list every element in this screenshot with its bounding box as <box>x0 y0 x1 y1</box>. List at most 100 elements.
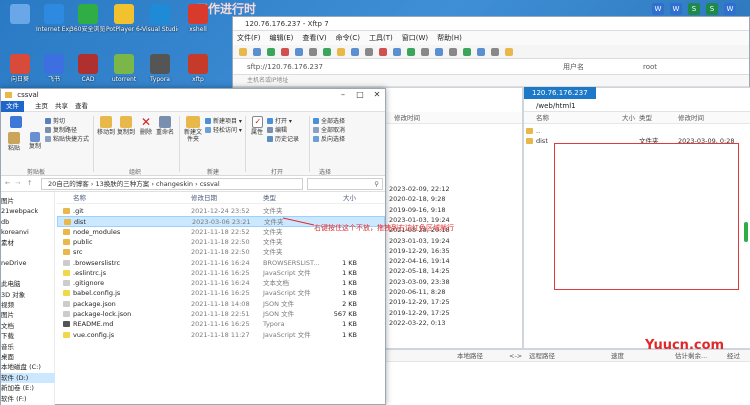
nav-item[interactable]: 视频 <box>1 300 55 310</box>
menu-item[interactable]: 工具(T) <box>369 34 393 42</box>
select-none-button[interactable]: 全部取消 <box>313 127 345 135</box>
back-arrow-icon[interactable]: ← <box>5 179 10 187</box>
menu-item[interactable]: 帮助(H) <box>437 34 462 42</box>
select-all-button[interactable]: 全部选择 <box>313 118 345 126</box>
properties-button[interactable]: ✓ 属性 <box>249 116 265 136</box>
menu-item[interactable]: 窗口(W) <box>402 34 428 42</box>
nav-item[interactable]: 此电脑 <box>1 279 55 289</box>
remote-col-modified[interactable]: 修改时间 <box>678 112 704 124</box>
desktop-icon[interactable]: Visual Studio Code <box>142 4 178 33</box>
document-tab-icon[interactable]: W <box>724 3 736 15</box>
toolbar-button-icon[interactable] <box>435 48 443 56</box>
nav-item[interactable]: 图片 <box>1 196 55 206</box>
nav-item[interactable]: 下载 <box>1 331 55 341</box>
history-button[interactable]: 历史记录 <box>267 136 299 144</box>
green-scroll-indicator[interactable] <box>744 222 748 242</box>
remote-row[interactable]: .. <box>524 126 750 136</box>
file-row[interactable]: README.md 2021-11-16 16:25 Typora 1 KB <box>57 319 385 329</box>
file-row[interactable]: package.json 2021-11-18 14:08 JSON 文件 2 KB <box>57 299 385 309</box>
left-modified-header[interactable]: 修改时间 <box>394 112 420 124</box>
open-button[interactable]: 打开 ▾ <box>267 118 292 126</box>
new-item-button[interactable]: 新建项目 ▾ <box>205 118 242 126</box>
copy-path-button[interactable]: 复制路径 <box>45 127 77 135</box>
toolbar-button-icon[interactable] <box>463 48 471 56</box>
nav-item[interactable]: db <box>1 217 55 227</box>
menu-item[interactable]: 查看(V) <box>302 34 326 42</box>
file-row[interactable]: vue.config.js 2021-11-18 11:27 JavaScript … <box>57 330 385 340</box>
tab-home[interactable]: 主页 <box>35 101 48 112</box>
nav-item[interactable]: 软件 (F:) <box>1 394 55 404</box>
menu-item[interactable]: 编辑(E) <box>270 34 294 42</box>
remote-session-tab[interactable]: 120.76.176.237 <box>524 87 596 99</box>
invert-selection-button[interactable]: 反向选择 <box>313 136 345 144</box>
file-row[interactable]: .browserslistrc 2021-11-16 16:24 BROWSERSL… <box>57 258 385 268</box>
col-modified[interactable]: 修改日期 <box>191 192 217 204</box>
xftp-address-bar[interactable]: sftp://120.76.176.237 用户名 root <box>233 59 749 75</box>
file-row[interactable]: package-lock.json 2021-11-18 22:51 JSON 文件… <box>57 309 385 319</box>
nav-item[interactable]: neDrive <box>1 258 55 268</box>
file-row[interactable]: .gitignore 2021-11-16 16:24 文本文档 1 KB <box>57 278 385 288</box>
toolbar-button-icon[interactable] <box>505 48 513 56</box>
toolbar-button-icon[interactable] <box>309 48 317 56</box>
col-name[interactable]: 名称 <box>73 192 86 204</box>
toolbar-button-icon[interactable] <box>477 48 485 56</box>
desktop-icon[interactable]: xshell <box>180 4 216 33</box>
file-row[interactable]: .git 2021-12-24 23:52 文件夹 <box>57 206 385 216</box>
move-to-button[interactable]: 移动到 <box>97 116 115 136</box>
nav-item[interactable]: 本地磁盘 (C:) <box>1 362 55 372</box>
remote-path-bar[interactable]: /web/html1 <box>524 100 750 112</box>
desktop-icon[interactable]: PotPlayer 64 bit <box>106 4 142 33</box>
toolbar-button-icon[interactable] <box>491 48 499 56</box>
pin-button[interactable] <box>5 116 27 129</box>
toolbar-button-icon[interactable] <box>421 48 429 56</box>
toolbar-button-icon[interactable] <box>323 48 331 56</box>
toolbar-button-icon[interactable] <box>379 48 387 56</box>
nav-item[interactable]: 21webpack <box>1 206 55 216</box>
desktop-icon[interactable]: CAD <box>70 54 106 83</box>
col-type[interactable]: 类型 <box>263 192 276 204</box>
toolbar-button-icon[interactable] <box>281 48 289 56</box>
tab-share[interactable]: 共享 <box>55 101 68 112</box>
document-tab-icon[interactable]: W <box>652 3 664 15</box>
file-row[interactable]: src 2021-11-18 22:50 文件夹 <box>57 247 385 257</box>
nav-item[interactable]: 桌面 <box>1 352 55 362</box>
toolbar-button-icon[interactable] <box>351 48 359 56</box>
desktop-icon[interactable]: utorrent <box>106 54 142 83</box>
document-tab-icon[interactable]: W <box>670 3 682 15</box>
nav-item[interactable]: 新加卷 (E:) <box>1 383 55 393</box>
col-size[interactable]: 大小 <box>343 192 356 204</box>
tab-view[interactable]: 查看 <box>75 101 88 112</box>
nav-item[interactable] <box>1 269 55 279</box>
copy-button[interactable]: 复制 <box>27 132 43 150</box>
forward-arrow-icon[interactable]: → <box>15 179 20 187</box>
toolbar-button-icon[interactable] <box>267 48 275 56</box>
easy-access-button[interactable]: 轻松访问 ▾ <box>205 127 242 135</box>
nav-item[interactable] <box>1 248 55 258</box>
nav-item[interactable]: 音乐 <box>1 342 55 352</box>
nav-item[interactable]: 软件 (D:) <box>1 372 55 383</box>
up-arrow-icon[interactable]: ↑ <box>27 179 32 187</box>
desktop-icon[interactable] <box>2 4 38 26</box>
menu-item[interactable]: 命令(C) <box>336 34 360 42</box>
toolbar-button-icon[interactable] <box>393 48 401 56</box>
search-input[interactable]: ⚲ <box>307 178 383 190</box>
rename-button[interactable]: 重命名 <box>156 116 174 136</box>
remote-col-size[interactable]: 大小 <box>622 112 635 124</box>
remote-col-name[interactable]: 名称 <box>536 112 549 124</box>
desktop-icon[interactable]: Internet Explorer <box>36 4 72 33</box>
document-tab-icon[interactable]: S <box>688 3 700 15</box>
document-tab-icon[interactable]: S <box>706 3 718 15</box>
tab-file[interactable]: 文件 <box>1 101 24 112</box>
nav-item[interactable]: 文档 <box>1 321 55 331</box>
nav-item[interactable]: koreanvi <box>1 227 55 237</box>
desktop-icon[interactable]: 飞书 <box>36 54 72 83</box>
edit-button[interactable]: 编辑 <box>267 127 287 135</box>
paste-shortcut-button[interactable]: 粘贴快捷方式 <box>45 136 89 144</box>
nav-item[interactable]: 3D 对象 <box>1 290 55 300</box>
maximize-icon[interactable]: □ <box>352 89 368 101</box>
toolbar-button-icon[interactable] <box>337 48 345 56</box>
remote-col-type[interactable]: 类型 <box>639 112 652 124</box>
paste-button[interactable]: 粘贴 <box>3 132 25 152</box>
file-row[interactable]: .eslintrc.js 2021-11-16 16:25 JavaScript 文… <box>57 268 385 278</box>
menu-item[interactable]: 文件(F) <box>237 34 261 42</box>
